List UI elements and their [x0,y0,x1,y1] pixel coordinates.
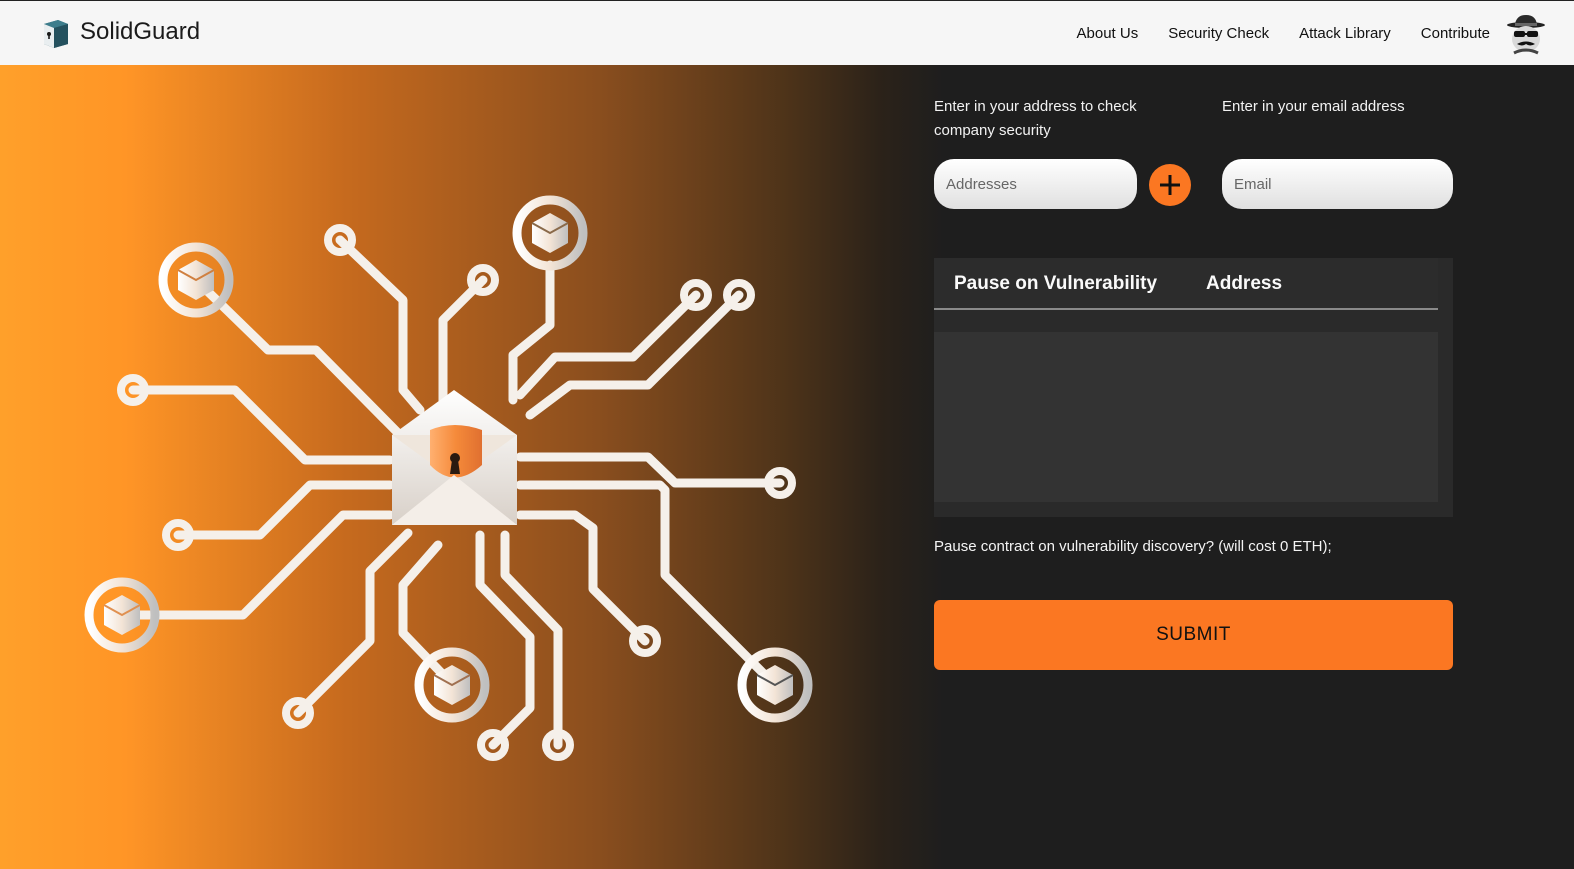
navbar: SolidGuard About Us Security Check Attac… [0,0,1574,65]
nav-contribute[interactable]: Contribute [1421,25,1490,42]
plus-icon [1160,175,1180,195]
address-label: Enter in your address to check company s… [934,98,1137,139]
address-table: Pause on Vulnerability Address [934,258,1453,517]
column-header-address: Address [1206,273,1283,294]
address-input[interactable] [934,159,1137,209]
email-input[interactable] [1222,159,1453,209]
table-header: Pause on Vulnerability Address [934,258,1438,310]
table-body [934,332,1438,502]
nav-about-us[interactable]: About Us [1077,25,1139,42]
network-envelope-shield-icon [84,195,813,761]
brand-name: SolidGuard [80,18,201,45]
add-address-button[interactable] [1149,164,1191,206]
email-label: Enter in your email address [1222,98,1405,115]
pause-contract-text: Pause contract on vulnerability discover… [934,538,1332,555]
nav-attack-library[interactable]: Attack Library [1299,25,1391,42]
brand[interactable]: SolidGuard [40,16,200,48]
nav-security-check[interactable]: Security Check [1168,25,1269,42]
spy-avatar-icon[interactable] [1506,13,1546,55]
nav-links: About Us Security Check Attack Library C… [1077,1,1491,66]
submit-button[interactable]: SUBMIT [934,600,1453,670]
column-header-pause: Pause on Vulnerability [954,273,1158,294]
lock-box-icon [44,20,68,48]
